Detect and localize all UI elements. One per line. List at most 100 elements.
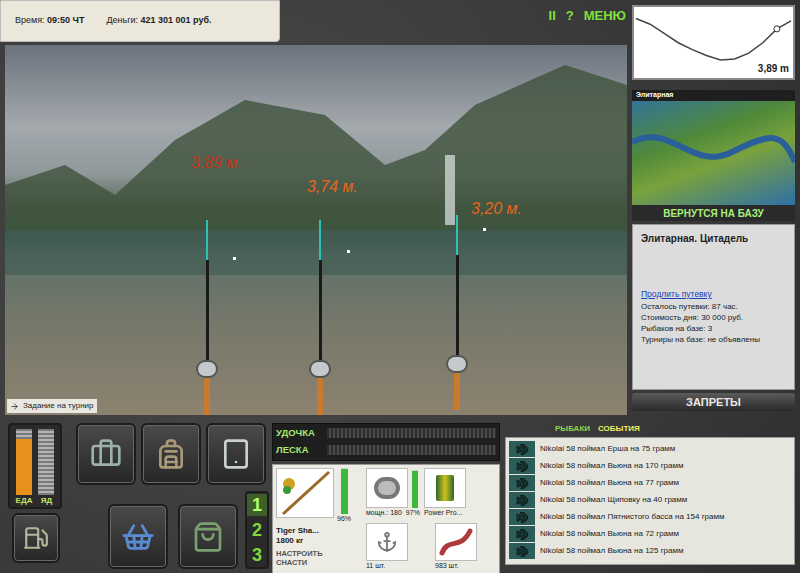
- time: Время: 09:50 ЧТ: [15, 14, 84, 28]
- fish-icon: [516, 545, 529, 558]
- float-dot: [347, 250, 350, 253]
- event-row: Nikolai 58 поймал Ерша на 75 грамм: [509, 441, 791, 457]
- tension-label: ЛЕСКА: [276, 443, 324, 457]
- tablet-icon: [220, 438, 252, 470]
- line-spool-icon: [436, 475, 454, 501]
- extend-pass-link[interactable]: Продлить путевку: [641, 288, 786, 301]
- line-item[interactable]: [424, 468, 466, 508]
- event-row: Nikolai 58 поймал Вьюна на 72 грамм: [509, 526, 791, 542]
- arrow-icon: [10, 402, 19, 411]
- fishing-scene[interactable]: 3,89 м. 3,74 м. 3,20 м. Задание на турнир: [5, 45, 627, 415]
- base-info-line: Рыбаков на базе: 3: [641, 323, 786, 334]
- reel-condition-bar: [412, 470, 418, 508]
- base-title: Элитарная. Цитадель: [641, 231, 786, 246]
- game-screen: Время: 09:50 ЧТ Деньги: 421 301 001 руб. I…: [0, 0, 800, 573]
- base-info-line: Стоимость дня: 30 000 руб.: [641, 312, 786, 323]
- depth-chart: 3,89 m: [632, 5, 795, 80]
- rod-slots: 1 2 3: [245, 491, 269, 569]
- rod-item[interactable]: [276, 468, 334, 518]
- worm-icon: [438, 527, 474, 557]
- rod-icon: [279, 470, 331, 516]
- depth-label: 3,20 м.: [471, 197, 522, 221]
- tension-bar: [327, 428, 496, 438]
- status-panel: Время: 09:50 ЧТ Деньги: 421 301 001 руб.: [0, 0, 280, 42]
- reel-icon: [446, 355, 468, 373]
- fish-icon: [516, 528, 529, 541]
- tension-label: УДОЧКА: [276, 426, 324, 440]
- depth-label: 3,89 м.: [191, 151, 242, 175]
- reel-icon: [196, 360, 218, 378]
- rod-strength: 1800 кг: [276, 536, 362, 546]
- fish-icon: [516, 511, 529, 524]
- fishing-rod[interactable]: [195, 220, 219, 415]
- fish-icon: [516, 460, 529, 473]
- bans-button[interactable]: ЗАПРЕТЫ: [632, 393, 795, 411]
- needs-panel: ЕДА ЯД: [8, 423, 62, 509]
- fish-icon: [516, 494, 529, 507]
- reel-item-icon: [374, 477, 400, 499]
- bait-count: 983 шт.: [435, 561, 477, 571]
- menu-button[interactable]: МЕНЮ: [584, 6, 626, 26]
- tackle-box-icon: [90, 438, 122, 470]
- need-label: ЯД: [41, 495, 52, 507]
- base-info-line: Турниры на базе: не объявлены: [641, 334, 786, 345]
- money: Деньги: 421 301 001 руб.: [106, 14, 211, 28]
- depth-label: 3,74 м.: [307, 175, 358, 199]
- map-title: Элитарная: [632, 90, 795, 101]
- river-icon: [632, 102, 795, 202]
- fuel-can-button[interactable]: [12, 513, 60, 563]
- tablet-button[interactable]: [206, 423, 266, 485]
- fishing-rod[interactable]: [308, 220, 332, 415]
- events-tab[interactable]: СОБЫТИЯ: [598, 423, 640, 437]
- bait-item[interactable]: [435, 523, 477, 561]
- event-row: Nikolai 58 поймал Вьюна на 170 грамм: [509, 458, 791, 474]
- backpack-button[interactable]: [141, 423, 201, 485]
- food-basket-button[interactable]: [108, 504, 168, 569]
- base-info-panel: Элитарная. Цитадель Продлить путевкуОстал…: [632, 224, 795, 390]
- fish-icon: [516, 443, 529, 456]
- hook-count: 11 шт.: [366, 561, 408, 571]
- hook-item[interactable]: [366, 523, 408, 561]
- tackle-panel: 96%Tiger Sha...1800 кг НАСТРОИТЬ СНАСТИ мо…: [272, 464, 500, 573]
- fuel-can-icon: [23, 525, 49, 551]
- bag-icon: [192, 521, 224, 553]
- tension-bar: [327, 445, 496, 455]
- return-to-base-button[interactable]: ВЕРНУТСЯ НА БАЗУ: [632, 205, 795, 221]
- events-tab[interactable]: РЫБАКИ: [555, 423, 590, 437]
- fishing-rod[interactable]: [445, 215, 469, 410]
- bag-button[interactable]: [178, 504, 238, 569]
- hook-icon: [376, 531, 398, 553]
- tension-panel: УДОЧКА ЛЕСКА: [272, 423, 500, 461]
- fish-icon: [516, 477, 529, 490]
- reel-icon: [309, 360, 331, 378]
- base-info-line: Осталось путевки: 87 час.: [641, 301, 786, 312]
- rod-slot[interactable]: 3: [247, 544, 267, 566]
- tackle-box-button[interactable]: [76, 423, 136, 485]
- basket-icon: [121, 520, 155, 554]
- menu-button[interactable]: ?: [566, 6, 574, 26]
- need-meter: [16, 429, 32, 495]
- events-list: Nikolai 58 поймал Ерша на 75 граммNikola…: [505, 437, 795, 565]
- event-row: Nikolai 58 поймал Пятнистого басса на 15…: [509, 509, 791, 525]
- float-dot: [233, 257, 236, 260]
- need-label: ЕДА: [16, 495, 33, 507]
- event-row: Nikolai 58 поймал Вьюна на 77 грамм: [509, 475, 791, 491]
- rod-name: Tiger Sha...: [276, 526, 362, 536]
- reel-item[interactable]: [366, 468, 408, 508]
- rod-slot[interactable]: 1: [247, 494, 267, 516]
- rod-condition-bar: [341, 468, 348, 514]
- event-row: Nikolai 58 поймал Вьюна на 125 грамм: [509, 543, 791, 559]
- map-thumbnail[interactable]: Элитарная: [632, 90, 795, 205]
- depth-reading: 3,89 m: [758, 61, 789, 76]
- reel-power: мощн.: 180: [366, 508, 402, 518]
- reel-condition: 97%: [406, 508, 420, 518]
- menu-button[interactable]: II: [549, 6, 556, 26]
- tournament-task-button[interactable]: Задание на турнир: [7, 399, 97, 413]
- setup-tackle-button[interactable]: НАСТРОИТЬ СНАСТИ: [276, 549, 336, 567]
- rod-condition: 96%: [337, 514, 351, 525]
- line-name: Power Pro...: [424, 508, 466, 518]
- rod-slot[interactable]: 2: [247, 519, 267, 541]
- need-meter: [38, 429, 54, 495]
- float-dot: [483, 228, 486, 231]
- backpack-icon: [155, 438, 187, 470]
